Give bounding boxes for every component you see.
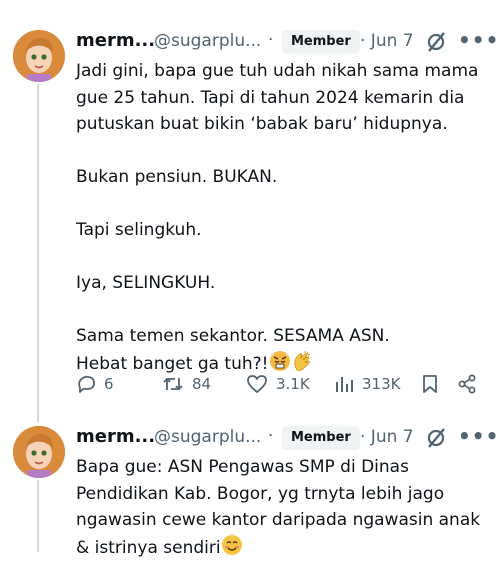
angry-face-emoji [269, 350, 290, 371]
views-icon [336, 377, 353, 392]
text-line: Pendidikan Kab. Bogor, yg trnyta lebih j… [76, 483, 445, 504]
text-line [76, 191, 486, 218]
tweet[interactable]: merm... @sugarplu... · Member · Jun 7 ••… [0, 424, 500, 558]
reply-count: 6 [104, 375, 114, 393]
member-badge[interactable]: Member [282, 426, 360, 450]
avatar[interactable] [13, 426, 65, 478]
text-line: putuskan buat bikin ‘babak baru’ hidupny… [76, 114, 448, 134]
text-fragment: & istrinya sendiri [76, 537, 221, 558]
action-bar: 6 84 3.1K 313K [76, 373, 486, 397]
like-button[interactable]: 3.1K [246, 373, 310, 395]
tweet-date[interactable]: · Jun 7 [360, 31, 414, 51]
tweet-date[interactable]: · Jun 7 [360, 427, 414, 447]
text-line: Sama temen sekantor. SESAMA ASN. [76, 326, 390, 346]
more-options-icon[interactable]: ••• [458, 28, 499, 52]
member-badge[interactable]: Member [282, 30, 360, 54]
tweet-text: Jadi gini, bapa gue tuh udah nikah sama … [76, 58, 486, 377]
text-line: Bapa gue: ASN Pengawas SMP di Dinas [76, 457, 409, 477]
repost-count: 84 [192, 375, 212, 393]
text-line-with-emoji: & istrinya sendiri [76, 534, 486, 562]
more-options-icon[interactable]: ••• [458, 424, 499, 448]
tweet[interactable]: merm... @sugarplu... · Member · Jun 7 ••… [0, 28, 500, 410]
repost-icon [163, 377, 183, 391]
user-handle[interactable]: @sugarplu... [154, 427, 261, 447]
text-line: Tapi selingkuh. [76, 220, 202, 240]
views-button[interactable]: 313K [334, 373, 400, 395]
text-line: Jadi gini, bapa gue tuh udah nikah sama … [76, 61, 479, 81]
display-name[interactable]: merm... [76, 426, 155, 447]
text-line: gue 25 tahun. Tapi di tahun 2024 kemarin… [76, 87, 465, 108]
grok-icon[interactable] [426, 427, 446, 453]
text-line [76, 138, 486, 165]
text-line [76, 244, 486, 271]
heart-icon [247, 375, 267, 393]
user-handle[interactable]: @sugarplu... [154, 31, 261, 51]
text-fragment: Hebat banget ga tuh?! [76, 353, 269, 374]
reply-icon [78, 375, 95, 393]
views-count: 313K [362, 375, 401, 393]
like-count: 3.1K [276, 375, 310, 393]
text-line [76, 297, 486, 324]
bookmark-button[interactable] [421, 373, 439, 395]
display-name[interactable]: merm... [76, 30, 155, 51]
separator-dot: · [268, 30, 274, 50]
share-button[interactable] [457, 373, 477, 395]
reply-button[interactable]: 6 [76, 373, 114, 395]
separator-dot: · [268, 426, 274, 446]
tweet-text: Bapa gue: ASN Pengawas SMP di Dinas Pend… [76, 454, 486, 561]
bookmark-icon [423, 375, 437, 393]
share-icon [458, 374, 476, 394]
grok-icon[interactable] [426, 31, 446, 57]
text-line: ngawasin cewe kantor daripada ngawasin a… [76, 510, 481, 530]
clapping-hands-emoji [291, 350, 311, 371]
text-line: Iya, SELINGKUH. [76, 273, 216, 293]
text-line: Bukan pensiun. BUKAN. [76, 167, 278, 187]
smiling-face-emoji [221, 534, 242, 555]
avatar[interactable] [13, 30, 65, 82]
repost-button[interactable]: 84 [162, 373, 211, 395]
